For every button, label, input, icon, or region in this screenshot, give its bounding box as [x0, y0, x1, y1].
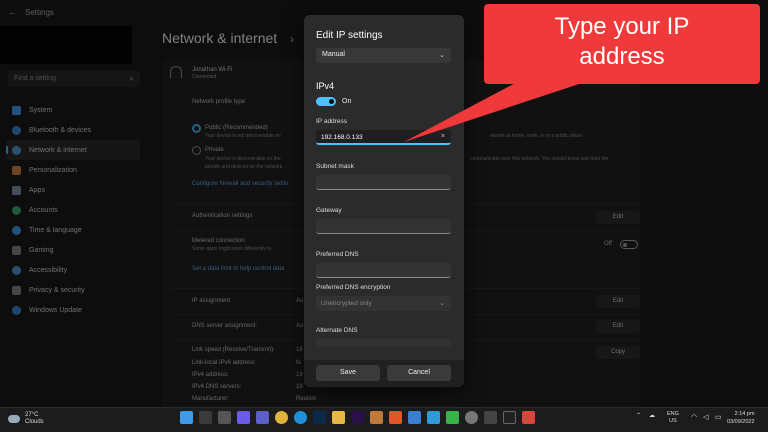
weather-temp: 27°C	[25, 412, 39, 418]
search-icon[interactable]	[199, 411, 212, 424]
edge-icon[interactable]	[294, 411, 307, 424]
file-explorer-icon[interactable]	[237, 411, 250, 424]
language-indicator[interactable]: ENG US	[667, 411, 679, 425]
cloud-sync-icon[interactable]: ☁	[649, 412, 655, 419]
callout-line-2: address	[579, 43, 665, 70]
app-icon[interactable]	[370, 411, 383, 424]
callout-line-1: Type your IP	[554, 13, 690, 40]
explorer-icon[interactable]	[484, 411, 497, 424]
premiere-icon[interactable]	[351, 411, 364, 424]
battery-icon[interactable]: ▭	[715, 413, 722, 421]
task-view-icon[interactable]	[218, 411, 231, 424]
lang-bottom: US	[669, 418, 677, 424]
camtasia-icon[interactable]	[446, 411, 459, 424]
photoshop-icon[interactable]	[313, 411, 326, 424]
screen: ← Settings Find a setting ⌕ System Bluet…	[0, 0, 768, 432]
clock-time: 2:14 pm	[734, 411, 755, 417]
app-icon[interactable]	[408, 411, 421, 424]
taskbar-apps	[180, 411, 535, 424]
cloud-icon	[8, 415, 20, 423]
weather-desc: Clouds	[25, 419, 44, 425]
start-icon[interactable]	[180, 411, 193, 424]
settings-icon[interactable]	[465, 411, 478, 424]
weather-widget[interactable]: 27°C Clouds	[8, 412, 44, 426]
app-icon[interactable]	[522, 411, 535, 424]
callout-text: Type your IP address	[484, 12, 760, 72]
teams-icon[interactable]	[256, 411, 269, 424]
lang-top: ENG	[667, 411, 679, 417]
volume-icon[interactable]: ◁	[703, 413, 708, 421]
chrome-icon[interactable]	[275, 411, 288, 424]
folder-icon[interactable]	[332, 411, 345, 424]
clock-date: 03/09/2022	[727, 419, 755, 425]
clock[interactable]: 2:14 pm 03/09/2022	[727, 410, 755, 426]
brave-icon[interactable]	[389, 411, 402, 424]
app-icon[interactable]	[427, 411, 440, 424]
terminal-icon[interactable]	[503, 411, 516, 424]
system-tray: ⌃ ☁	[636, 412, 655, 419]
wifi-tray-icon[interactable]: ◠	[691, 413, 697, 421]
chevron-up-icon[interactable]: ⌃	[636, 412, 641, 419]
